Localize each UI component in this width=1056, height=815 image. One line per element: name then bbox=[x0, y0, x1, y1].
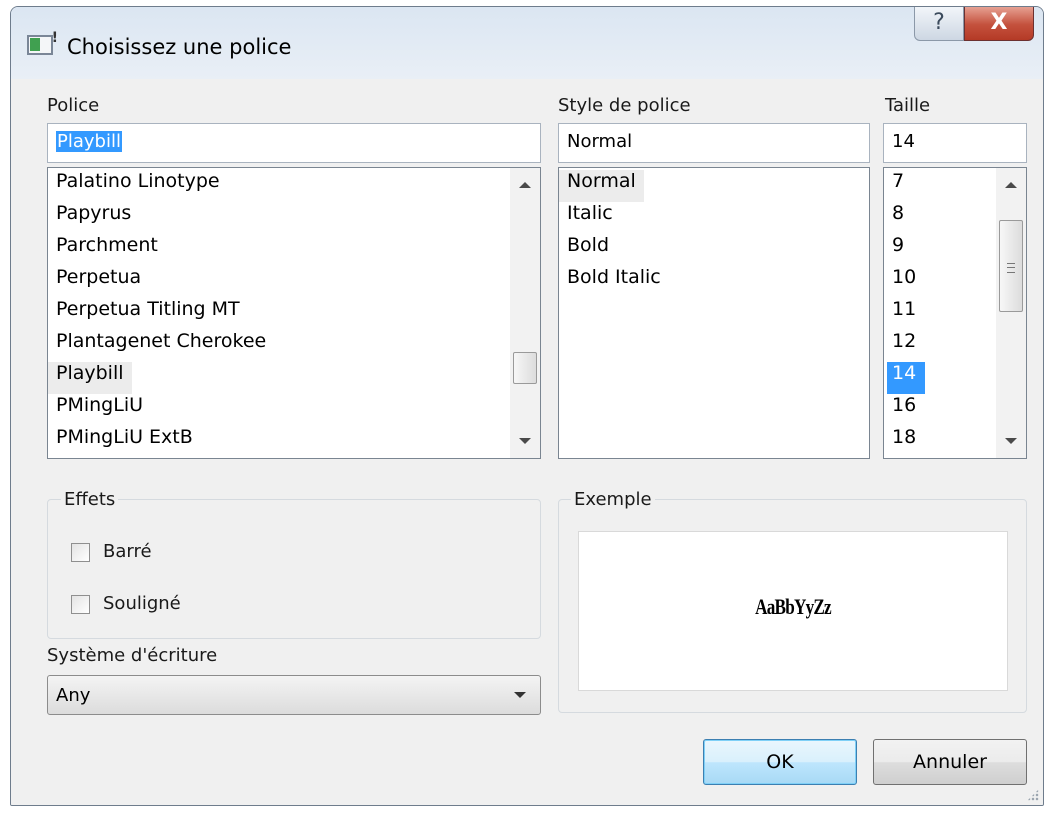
list-item[interactable]: Italic bbox=[567, 202, 613, 234]
list-item-selected[interactable]: Normal bbox=[559, 170, 644, 202]
scroll-down-icon[interactable] bbox=[1005, 438, 1017, 444]
effects-label: Effets bbox=[61, 489, 119, 510]
size-input[interactable]: 14 bbox=[883, 123, 1027, 163]
size-list-scrollbar[interactable] bbox=[996, 168, 1026, 458]
dropdown-arrow-icon bbox=[514, 692, 526, 698]
list-item[interactable]: 8 bbox=[892, 202, 904, 234]
list-item[interactable]: Plantagenet Cherokee bbox=[56, 330, 266, 362]
font-dialog: ! Choisissez une police ? X Police Playb… bbox=[10, 6, 1044, 806]
list-item[interactable]: PMingLiU ExtB bbox=[56, 426, 193, 458]
style-list[interactable]: Normal Italic Bold Bold Italic bbox=[558, 167, 870, 459]
scroll-up-icon[interactable] bbox=[519, 182, 531, 188]
list-item[interactable]: PMingLiU bbox=[56, 394, 143, 426]
dialog-title: Choisissez une police bbox=[67, 35, 292, 59]
help-button[interactable]: ? bbox=[914, 7, 964, 41]
scroll-up-icon[interactable] bbox=[1005, 182, 1017, 188]
list-item[interactable]: Palatino Linotype bbox=[56, 170, 220, 202]
size-list[interactable]: 7 8 9 10 11 12 14 16 18 bbox=[883, 167, 1027, 459]
size-label: Taille bbox=[885, 95, 931, 116]
effects-group bbox=[47, 499, 541, 639]
cancel-button[interactable]: Annuler bbox=[873, 739, 1027, 785]
grip-icon bbox=[1007, 263, 1015, 273]
list-item[interactable]: 12 bbox=[892, 330, 916, 362]
style-label: Style de police bbox=[558, 95, 691, 116]
list-item[interactable]: 10 bbox=[892, 266, 916, 298]
list-item[interactable]: Perpetua Titling MT bbox=[56, 298, 240, 330]
list-item[interactable]: 11 bbox=[892, 298, 916, 330]
list-item[interactable]: 16 bbox=[892, 394, 916, 426]
strikeout-checkbox[interactable] bbox=[71, 543, 90, 562]
app-icon: ! bbox=[27, 30, 58, 55]
list-item[interactable]: 7 bbox=[892, 170, 904, 202]
list-item[interactable]: Bold bbox=[567, 234, 609, 266]
list-item-selected[interactable]: 14 bbox=[887, 362, 925, 394]
font-input-value: Playbill bbox=[56, 131, 122, 152]
sample-label: Exemple bbox=[571, 489, 655, 510]
underline-checkbox[interactable] bbox=[71, 595, 90, 614]
writing-system-value: Any bbox=[56, 685, 91, 706]
list-item[interactable]: 9 bbox=[892, 234, 904, 266]
list-item[interactable]: Papyrus bbox=[56, 202, 131, 234]
font-list[interactable]: Palatino Linotype Papyrus Parchment Perp… bbox=[47, 167, 541, 459]
strikeout-label[interactable]: Barré bbox=[103, 541, 152, 562]
dialog-content: Police Playbill Palatino Linotype Papyru… bbox=[11, 79, 1043, 805]
ok-button[interactable]: OK bbox=[703, 739, 857, 785]
list-item[interactable]: Bold Italic bbox=[567, 266, 661, 298]
scroll-thumb[interactable] bbox=[513, 352, 537, 384]
list-item[interactable]: Parchment bbox=[56, 234, 158, 266]
style-input-value: Normal bbox=[567, 131, 633, 152]
sample-text: AaBbYyZz bbox=[755, 594, 832, 619]
font-label: Police bbox=[47, 95, 100, 116]
writing-system-select[interactable]: Any bbox=[47, 675, 541, 715]
list-item[interactable]: Perpetua bbox=[56, 266, 141, 298]
writing-system-label: Système d'écriture bbox=[47, 645, 218, 666]
title-bar[interactable]: ! Choisissez une police ? X bbox=[11, 7, 1043, 79]
sample-preview: AaBbYyZz bbox=[578, 531, 1008, 691]
scroll-down-icon[interactable] bbox=[519, 438, 531, 444]
close-button[interactable]: X bbox=[964, 7, 1034, 41]
list-item-selected[interactable]: Playbill bbox=[48, 362, 132, 394]
style-input[interactable]: Normal bbox=[558, 123, 870, 163]
font-list-scrollbar[interactable] bbox=[510, 168, 540, 458]
underline-label[interactable]: Souligné bbox=[103, 593, 181, 614]
list-item[interactable]: 18 bbox=[892, 426, 916, 458]
resize-grip-icon[interactable] bbox=[1027, 789, 1039, 801]
scroll-thumb[interactable] bbox=[999, 220, 1023, 312]
font-input[interactable]: Playbill bbox=[47, 123, 541, 163]
size-input-value: 14 bbox=[892, 131, 915, 152]
